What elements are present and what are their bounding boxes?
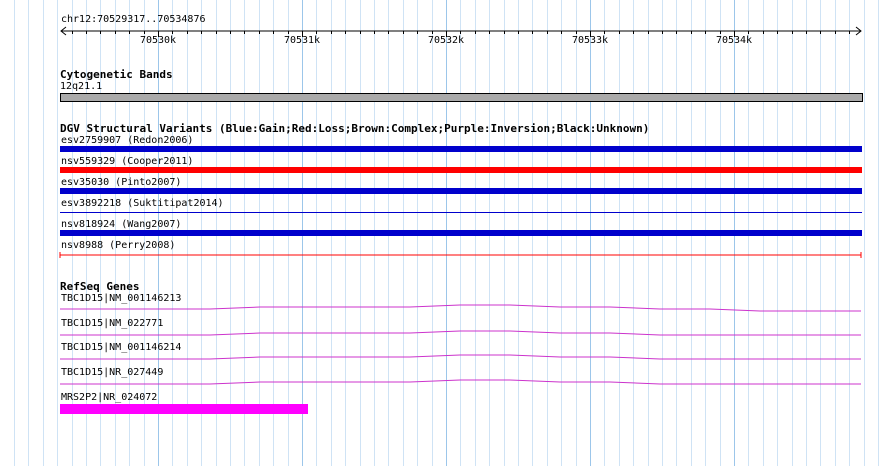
- variant-bar-loss[interactable]: [60, 167, 862, 173]
- ruler-axis: [60, 26, 862, 37]
- ruler-tick-label: 70530k: [139, 35, 177, 46]
- gene-label[interactable]: MRS2P2|NR_024072: [61, 392, 157, 404]
- cytoband-label: 12q21.1: [60, 81, 103, 92]
- ruler-tick-label: 70533k: [571, 35, 609, 46]
- ruler-tick-label: 70534k: [715, 35, 753, 46]
- gene-model[interactable]: [0, 326, 890, 340]
- refseq-track-title: RefSeq Genes: [60, 280, 140, 293]
- dgv-track-title: DGV Structural Variants (Blue:Gain;Red:L…: [60, 122, 650, 135]
- variant-bar-gain[interactable]: [60, 188, 862, 194]
- gene-model[interactable]: [0, 300, 890, 314]
- ruler-tick-label: 70532k: [427, 35, 465, 46]
- gene-model[interactable]: [0, 350, 890, 364]
- variant-bar-gain[interactable]: [60, 146, 862, 152]
- variant-bar-gain[interactable]: [60, 230, 862, 236]
- variant-label[interactable]: esv3892218 (Suktitipat2014): [61, 198, 224, 210]
- variant-line-loss[interactable]: [58, 250, 864, 260]
- variant-line-gain[interactable]: [60, 212, 862, 213]
- gene-model[interactable]: [0, 375, 890, 389]
- cytoband-track-title: Cytogenetic Bands: [60, 68, 173, 81]
- gene-bar-mrs2p2[interactable]: [60, 404, 308, 414]
- ruler-tick-label: 70531k: [283, 35, 321, 46]
- cytoband-bar[interactable]: [60, 93, 863, 102]
